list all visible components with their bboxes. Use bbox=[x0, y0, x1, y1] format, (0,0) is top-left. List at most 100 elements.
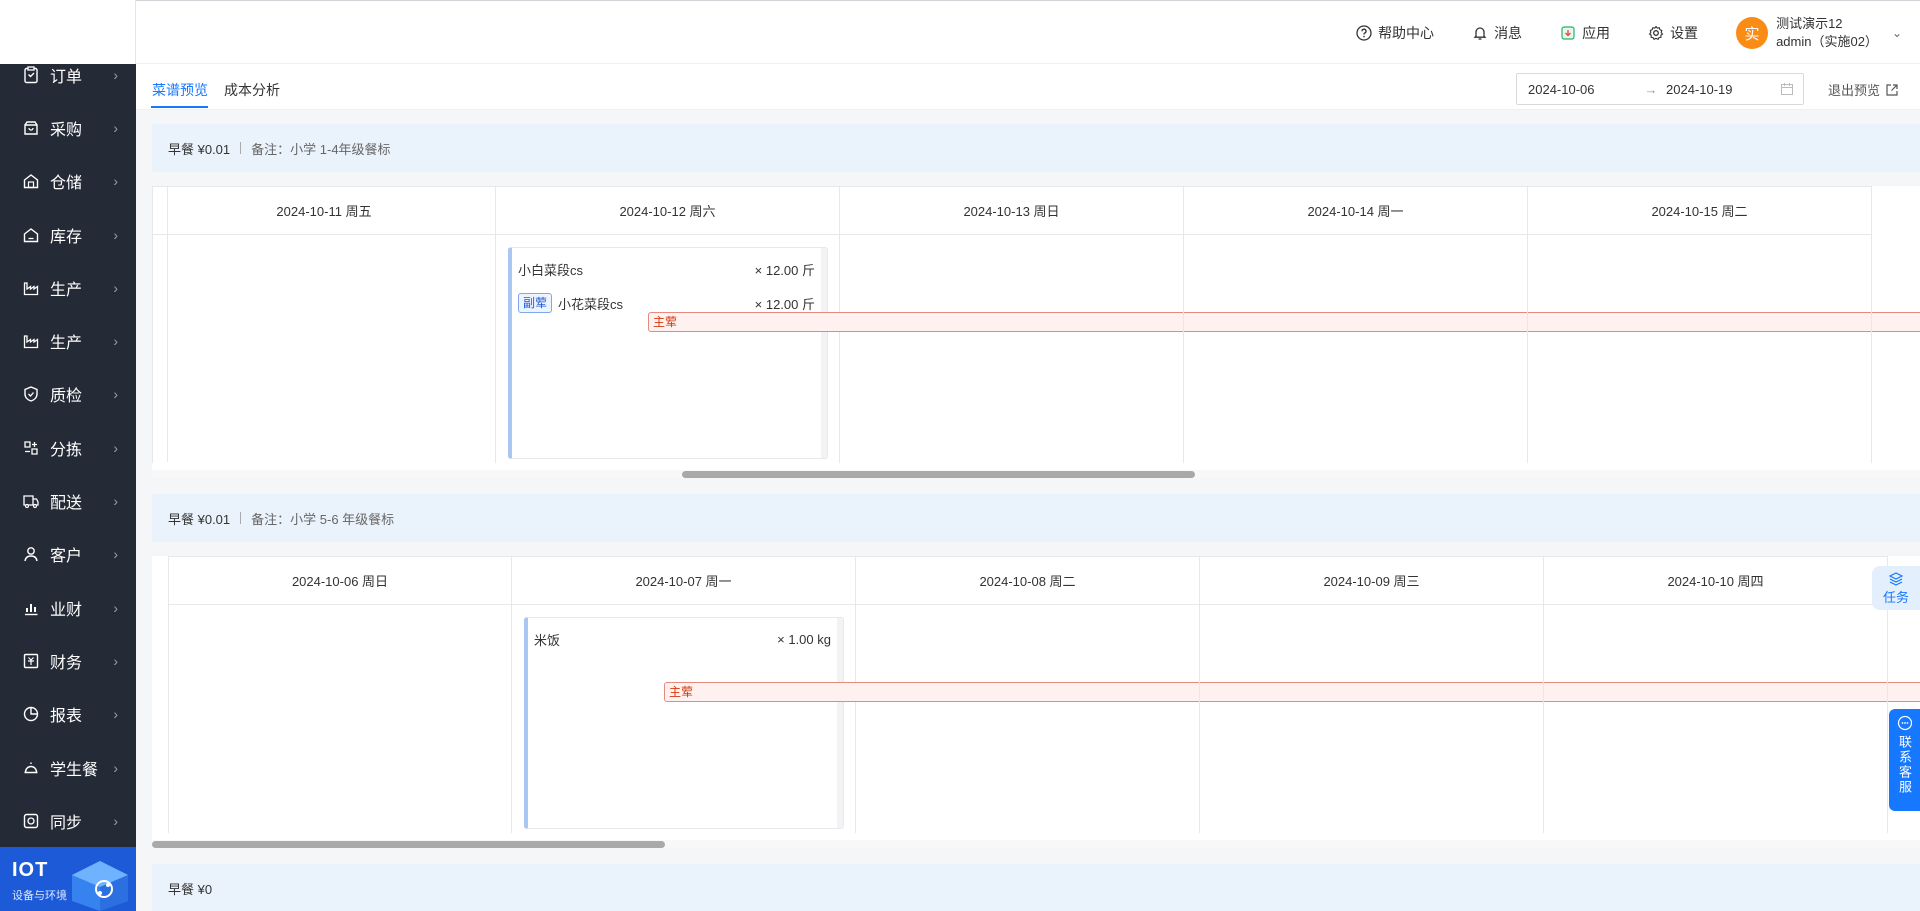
day-column: 2024-10-08 周二 bbox=[856, 557, 1200, 833]
top-bar: 帮助中心 消息 应用 设置 实 测试演示12 admin（实施02） ⌄ bbox=[136, 0, 1920, 64]
chat-icon bbox=[1897, 715, 1912, 731]
dish-name: 米饭 bbox=[534, 632, 561, 648]
sidebar-item-13[interactable]: 学生餐 › bbox=[0, 741, 136, 794]
meal-section: 早餐 ¥0 bbox=[152, 864, 1920, 911]
iot-banner[interactable]: IOT 设备与环境 bbox=[0, 847, 136, 911]
bell-icon bbox=[1473, 27, 1487, 40]
sort-icon bbox=[22, 439, 40, 457]
sidebar-item-2[interactable]: 仓储 › bbox=[0, 155, 136, 208]
layers-icon bbox=[1888, 571, 1904, 586]
exit-preview-label: 退出预览 bbox=[1828, 83, 1881, 98]
dish-name: 小花菜段cs bbox=[558, 296, 624, 312]
sidebar-item-label: 同步 bbox=[50, 814, 83, 832]
tab-cost-analysis[interactable]: 成本分析 bbox=[224, 80, 280, 100]
chevron-right-icon: › bbox=[113, 439, 118, 456]
date-arrow: → bbox=[1644, 81, 1658, 97]
chevron-right-icon: › bbox=[113, 279, 118, 296]
contact-support-button[interactable]: 联系客服 bbox=[1889, 709, 1920, 811]
scrollbar-thumb[interactable] bbox=[682, 471, 1195, 478]
divider bbox=[240, 512, 242, 524]
sidebar-item-14[interactable]: 同步 › bbox=[0, 794, 136, 847]
dish-quantity: × 12.00 斤 bbox=[754, 262, 815, 278]
chevron-right-icon: › bbox=[113, 599, 118, 616]
sidebar-item-label: 配送 bbox=[50, 495, 83, 513]
meal-section: 早餐 ¥0.01 备注：小学 1-4年级餐标 2024-10-11 周五 2024-1… bbox=[152, 124, 1920, 478]
apps-button[interactable]: 应用 bbox=[1560, 23, 1610, 43]
day-header: 2024-10-11 周五 bbox=[153, 187, 495, 235]
settings-button[interactable]: 设置 bbox=[1648, 23, 1698, 43]
meal-note: 备注：小学 5-6 年级餐标 bbox=[251, 511, 395, 527]
divider bbox=[240, 142, 242, 154]
tab-menu-preview[interactable]: 菜谱预览 bbox=[152, 80, 208, 100]
sidebar-item-label: 订单 bbox=[50, 68, 83, 86]
sync-icon bbox=[22, 812, 40, 830]
finance-icon bbox=[22, 652, 40, 670]
sidebar-item-label: 客户 bbox=[50, 548, 83, 566]
meal-card[interactable]: 主荤 米饭 × 1.00 kg bbox=[524, 617, 1920, 829]
sidebar-item-label: 分拣 bbox=[50, 441, 83, 459]
meal-title: 早餐 ¥0 bbox=[168, 881, 213, 897]
chevron-down-icon: ⌄ bbox=[1891, 26, 1902, 40]
day-header: 2024-10-06 周日 bbox=[169, 557, 511, 605]
sidebar-item-9[interactable]: 客户 › bbox=[0, 528, 136, 581]
sidebar-item-6[interactable]: 质检 › bbox=[0, 368, 136, 421]
dish-row: 主荤 米饭 × 1.00 kg bbox=[528, 628, 1920, 702]
user-icon bbox=[22, 545, 40, 563]
meal-title: 早餐 ¥0.01 bbox=[168, 511, 231, 527]
help-center-button[interactable]: 帮助中心 bbox=[1356, 23, 1434, 43]
day-column: 2024-10-15 周二 bbox=[1528, 187, 1872, 463]
scrollbar-thumb[interactable] bbox=[152, 841, 665, 848]
avatar: 实 bbox=[1736, 17, 1769, 49]
day-header: 2024-10-13 周日 bbox=[840, 187, 1183, 235]
settings-label: 设置 bbox=[1670, 25, 1699, 41]
user-menu[interactable]: 实 测试演示12 admin（实施02） ⌄ bbox=[1736, 15, 1902, 51]
sidebar-item-8[interactable]: 配送 › bbox=[0, 474, 136, 527]
menu-preview-content[interactable]: 早餐 ¥0.01 备注：小学 1-4年级餐标 2024-10-11 周五 2024-1… bbox=[136, 110, 1920, 911]
help-icon bbox=[1356, 25, 1372, 41]
horizontal-scrollbar[interactable] bbox=[152, 470, 1920, 478]
task-button[interactable]: 任务 bbox=[1872, 566, 1920, 610]
day-header: 2024-10-08 周二 bbox=[856, 557, 1199, 605]
dish-name: 小白菜段cs bbox=[518, 262, 584, 278]
meal-section-header: 早餐 ¥0 bbox=[152, 864, 1920, 911]
report-icon bbox=[22, 705, 40, 723]
date-end: 2024-10-19 bbox=[1666, 81, 1733, 97]
sidebar-item-1[interactable]: 采购 › bbox=[0, 101, 136, 154]
exit-preview-button[interactable]: 退出预览 bbox=[1828, 80, 1899, 99]
sidebar-item-10[interactable]: 业财 › bbox=[0, 581, 136, 634]
warehouse-icon bbox=[22, 172, 40, 190]
contact-support-label: 联系客服 bbox=[1897, 735, 1912, 795]
sidebar-item-label: 生产 bbox=[50, 335, 83, 353]
dish-tag: 副荤 bbox=[518, 293, 553, 313]
card-scrollbar[interactable] bbox=[821, 248, 827, 458]
chevron-right-icon: › bbox=[113, 66, 118, 83]
sidebar-item-4[interactable]: 生产 › bbox=[0, 261, 136, 314]
card-scrollbar[interactable] bbox=[837, 618, 843, 828]
sidebar-item-3[interactable]: 库存 › bbox=[0, 208, 136, 261]
day-header: 2024-10-09 周三 bbox=[1200, 557, 1543, 605]
day-header: 2024-10-12 周六 bbox=[496, 187, 839, 235]
messages-button[interactable]: 消息 bbox=[1472, 23, 1522, 43]
shield-check-icon bbox=[22, 385, 40, 403]
horizontal-scrollbar[interactable] bbox=[152, 840, 1920, 848]
day-grid: 2024-10-06 周日 2024-10-07 周一 主荤 米饭 × 1.00 kg 2… bbox=[152, 556, 1920, 848]
sidebar-item-label: 生产 bbox=[50, 281, 83, 299]
sidebar-item-0[interactable]: 订单 › bbox=[0, 48, 136, 101]
factory-icon bbox=[22, 279, 40, 297]
day-column: 2024-10-10 周四 bbox=[1544, 557, 1888, 833]
chevron-right-icon: › bbox=[113, 386, 118, 403]
messages-label: 消息 bbox=[1494, 25, 1523, 41]
chevron-right-icon: › bbox=[113, 493, 118, 510]
sidebar-item-label: 财务 bbox=[50, 654, 83, 672]
factory-icon bbox=[22, 332, 40, 350]
sidebar-item-5[interactable]: 生产 › bbox=[0, 314, 136, 367]
sidebar-item-11[interactable]: 财务 › bbox=[0, 634, 136, 687]
sidebar-item-12[interactable]: 报表 › bbox=[0, 688, 136, 741]
gear-icon bbox=[1648, 25, 1664, 41]
date-range-picker[interactable]: 2024-10-06 → 2024-10-19 bbox=[1516, 73, 1804, 105]
iot-subtitle: 设备与环境 bbox=[12, 890, 67, 902]
sidebar-item-7[interactable]: 分拣 › bbox=[0, 421, 136, 474]
help-center-label: 帮助中心 bbox=[1378, 25, 1435, 41]
sidebar: 订单 › 采购 › 仓储 › 库存 › 生产 › 生产 › 质检 › 分拣 › 配送 › 客户 › 业财 › 财务 › 报表 › 学… bbox=[0, 0, 136, 911]
meal-card[interactable]: 主荤 小白菜段cs × 12.00 斤副荤 小花菜段cs × 12.00 斤 bbox=[508, 247, 1920, 459]
